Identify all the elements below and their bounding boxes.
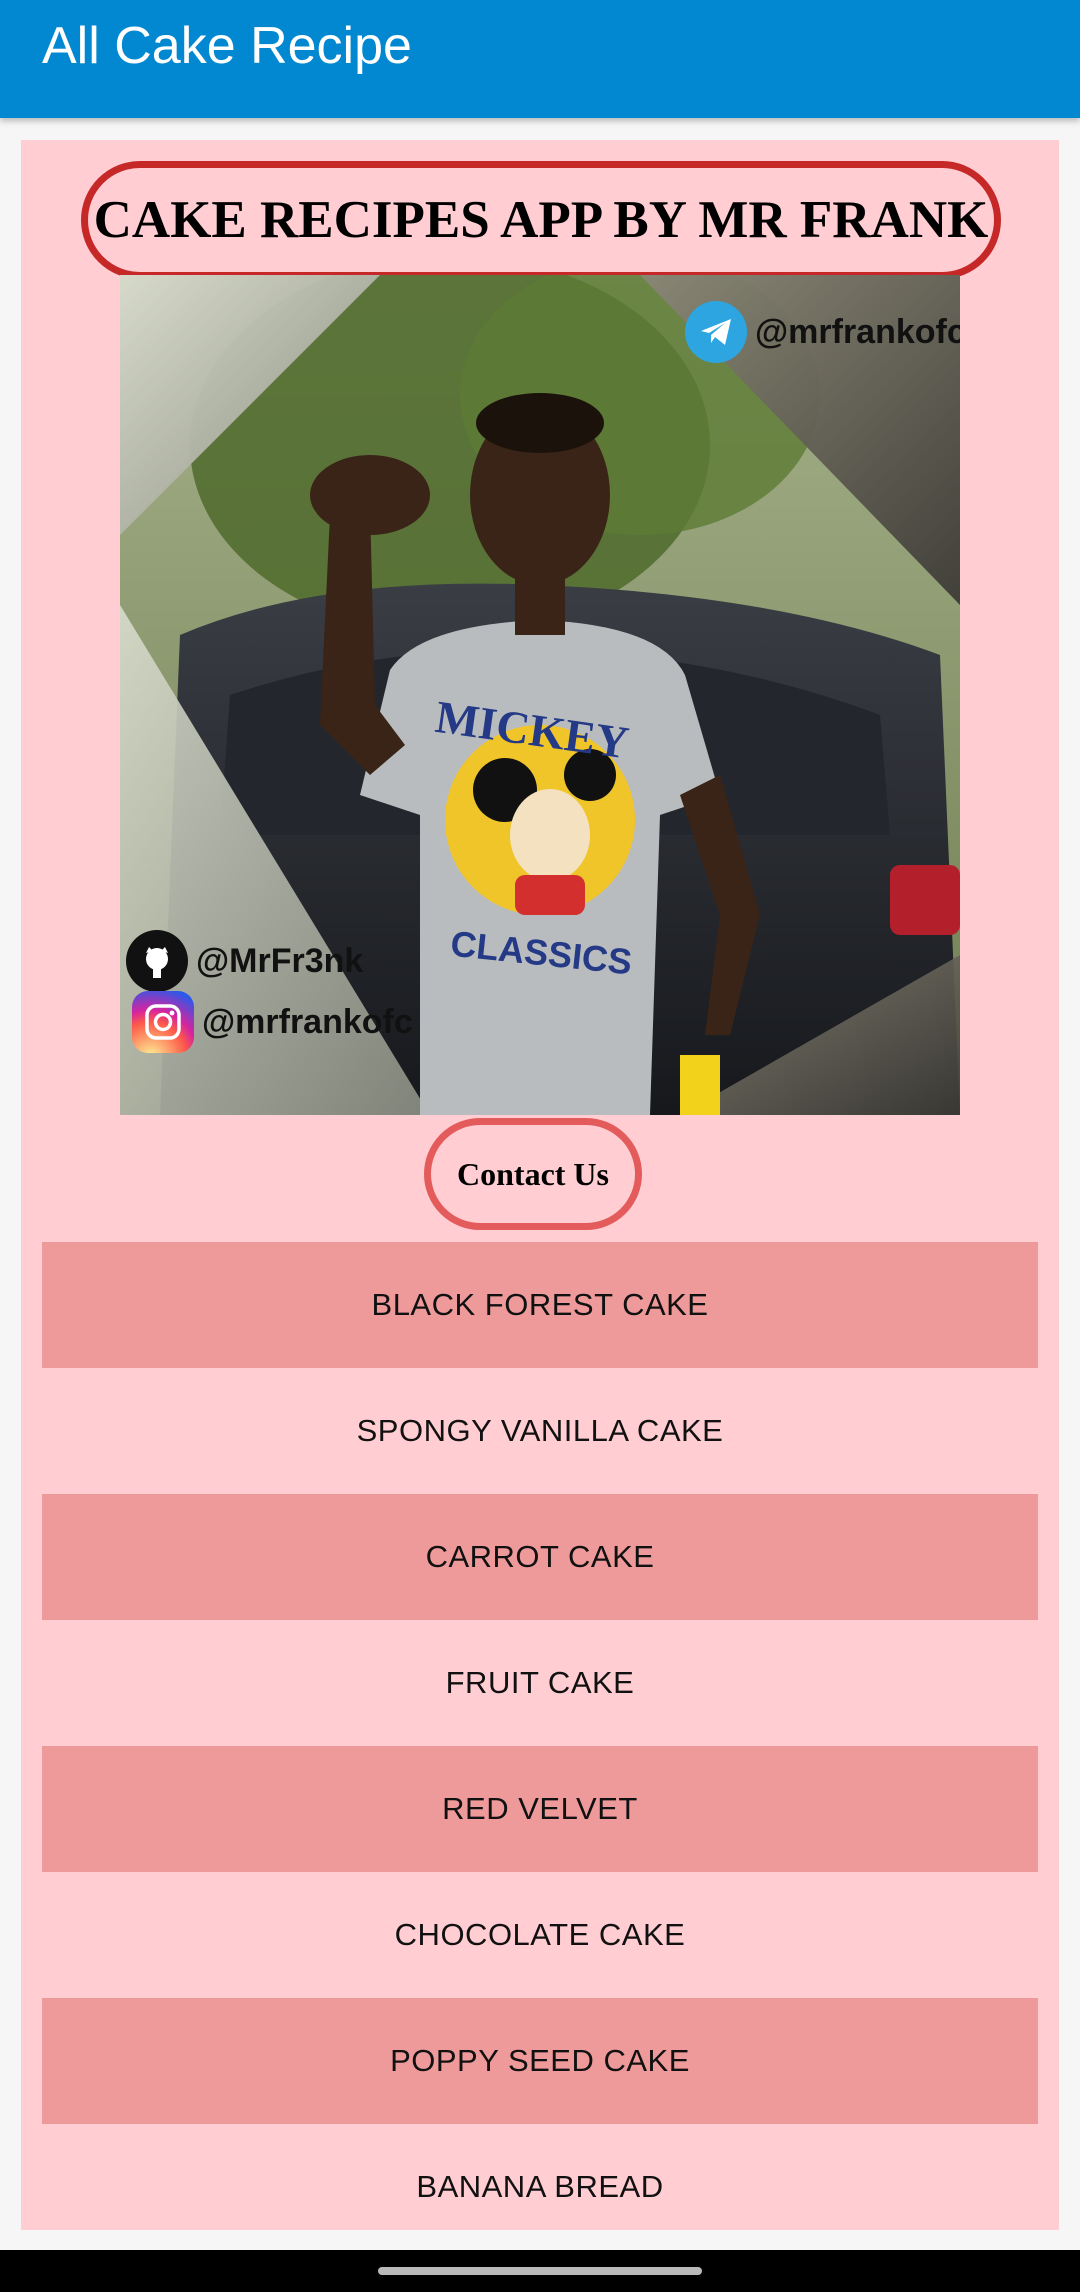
github-link: @MrFr3nk <box>126 930 363 992</box>
instagram-icon <box>132 991 194 1053</box>
app-banner-title: CAKE RECIPES APP BY MR FRANK <box>81 161 1001 279</box>
github-handle: @MrFr3nk <box>196 941 364 980</box>
telegram-link: @mrfrankofc <box>685 301 960 363</box>
app-bar: All Cake Recipe <box>0 0 1080 118</box>
system-nav-bar <box>0 2250 1080 2292</box>
author-photo: MICKEY CLASSICS @mrfrankofc @MrFr3nk @mr… <box>120 275 960 1115</box>
app-title: All Cake Recipe <box>42 17 412 75</box>
recipe-item-black-forest-cake[interactable]: BLACK FOREST CAKE <box>42 1242 1038 1368</box>
contact-us-button[interactable]: Contact Us <box>424 1118 642 1230</box>
instagram-link: @mrfrankofc <box>132 991 413 1053</box>
telegram-handle: @mrfrankofc <box>755 312 960 351</box>
instagram-handle: @mrfrankofc <box>202 1002 413 1041</box>
recipe-item-chocolate-cake[interactable]: CHOCOLATE CAKE <box>42 1872 1038 1998</box>
recipe-item-carrot-cake[interactable]: CARROT CAKE <box>42 1494 1038 1620</box>
github-icon <box>126 930 188 992</box>
telegram-icon <box>685 301 747 363</box>
recipe-item-spongy-vanilla-cake[interactable]: SPONGY VANILLA CAKE <box>42 1368 1038 1494</box>
recipe-item-red-velvet[interactable]: RED VELVET <box>42 1746 1038 1872</box>
recipe-item-poppy-seed-cake[interactable]: POPPY SEED CAKE <box>42 1998 1038 2124</box>
home-gesture-handle[interactable] <box>378 2267 702 2275</box>
recipe-item-banana-bread[interactable]: BANANA BREAD <box>42 2124 1038 2230</box>
recipe-item-fruit-cake[interactable]: FRUIT CAKE <box>42 1620 1038 1746</box>
recipe-list: BLACK FOREST CAKE SPONGY VANILLA CAKE CA… <box>42 1242 1038 2230</box>
main-panel: CAKE RECIPES APP BY MR FRANK MICKEY CLAS… <box>21 140 1059 2230</box>
